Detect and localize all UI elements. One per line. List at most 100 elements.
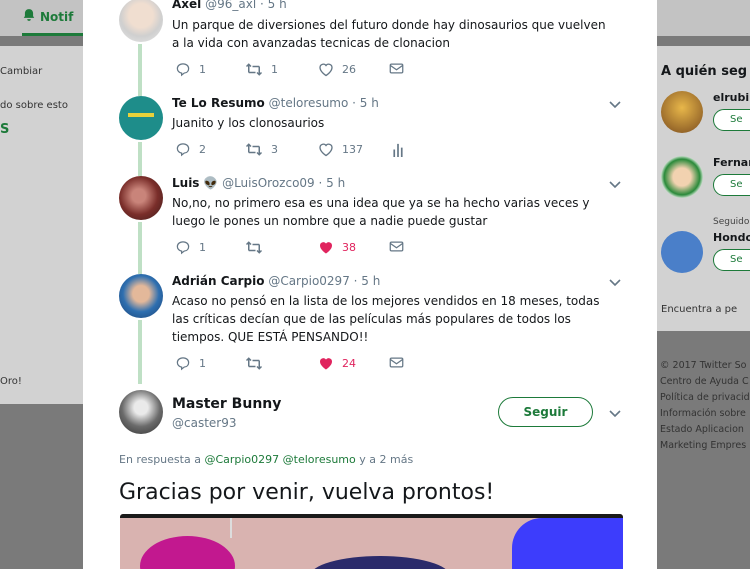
heart-filled-icon: [320, 358, 332, 370]
main-author-handle[interactable]: @caster93: [172, 416, 237, 430]
thread-line: [138, 320, 142, 384]
media-shape-line: [230, 518, 232, 538]
suggested-user-name[interactable]: elrubiu: [713, 91, 750, 104]
tweet-time[interactable]: · 5 h: [319, 176, 346, 190]
footer-line[interactable]: Centro de Ayuda C: [660, 374, 750, 390]
reply-button[interactable]: 1: [175, 356, 206, 371]
follow-button[interactable]: Se: [713, 109, 750, 131]
footer-line[interactable]: Política de privacid: [660, 390, 750, 406]
author-name[interactable]: Te Lo Resumo: [172, 96, 265, 110]
author-name[interactable]: Axel: [172, 0, 201, 11]
author-handle[interactable]: @96_axl: [205, 0, 256, 11]
change-link[interactable]: Cambiar: [0, 66, 42, 77]
avatar[interactable]: [119, 274, 163, 318]
reply-count: 1: [199, 63, 206, 76]
tweet-header: Adrián Carpio @Carpio0297 · 5 h: [172, 274, 380, 288]
tweet-media-image[interactable]: [120, 514, 623, 569]
heart-filled-icon: [320, 242, 332, 254]
left-gold-text: Oro!: [0, 376, 22, 387]
reply-button[interactable]: 2: [175, 142, 206, 157]
analytics-button[interactable]: [392, 142, 404, 157]
reply-suffix[interactable]: y a 2 más: [359, 453, 413, 466]
retweet-button[interactable]: [245, 240, 263, 255]
thread-line: [138, 44, 142, 96]
heart-icon: [319, 63, 333, 77]
main-author-name[interactable]: Master Bunny: [172, 396, 281, 412]
avatar[interactable]: [661, 156, 703, 198]
chevron-down-icon[interactable]: [609, 408, 623, 418]
media-shape-blue: [512, 518, 623, 569]
reply-button[interactable]: 1: [175, 240, 206, 255]
suggested-user-name[interactable]: Fernar: [713, 156, 750, 169]
dm-button[interactable]: [389, 62, 404, 75]
nav-notifications-tab[interactable]: Notif: [22, 0, 92, 36]
reply-count: 2: [199, 143, 206, 156]
author-name[interactable]: Luis: [172, 176, 199, 190]
main-tweet-text: Gracias por venir, vuelva prontos!: [119, 480, 495, 505]
tweet-text: Acaso no pensó en la lista de los mejore…: [172, 294, 600, 344]
dm-button[interactable]: [389, 240, 404, 253]
avatar[interactable]: [661, 91, 703, 133]
tweet-actions: 1 1 26: [172, 62, 432, 82]
retweet-icon: [245, 241, 263, 254]
find-people-link[interactable]: Encuentra a pe: [661, 304, 737, 315]
reply-icon: [176, 143, 190, 157]
avatar[interactable]: [661, 231, 703, 273]
media-shape-dark: [310, 556, 450, 569]
tweet-header: Axel @96_axl · 5 h: [172, 0, 287, 11]
followed-by-text: Seguido: [713, 217, 750, 227]
follow-button[interactable]: Seguir: [498, 397, 593, 427]
reply-prefix: En respuesta a: [119, 453, 201, 466]
retweet-button[interactable]: 1: [245, 62, 278, 77]
tweet-actions: 1 38: [172, 240, 432, 260]
footer-line[interactable]: Información sobre: [660, 406, 750, 422]
suggested-user: elrubiu Se: [661, 91, 750, 151]
reply-button[interactable]: 1: [175, 62, 206, 77]
who-to-follow-panel: A quién seg elrubiu Se Fernar Se Seguido…: [657, 46, 750, 331]
reply-icon: [176, 63, 190, 77]
chevron-down-icon[interactable]: [609, 277, 623, 287]
suggested-user-name[interactable]: Hondo: [713, 231, 750, 244]
like-count: 38: [342, 241, 356, 254]
footer-line[interactable]: © 2017 Twitter So: [660, 358, 750, 374]
avatar[interactable]: [119, 390, 163, 434]
chevron-down-icon[interactable]: [609, 99, 623, 109]
tweet-header: Te Lo Resumo @teloresumo · 5 h: [172, 96, 379, 110]
reply-context: En respuesta a @Carpio0297 @teloresumo y…: [119, 453, 413, 466]
follow-button[interactable]: Se: [713, 249, 750, 271]
retweet-button[interactable]: [245, 356, 263, 371]
thread-line: [138, 142, 142, 176]
follow-button[interactable]: Se: [713, 174, 750, 196]
avatar[interactable]: [119, 96, 163, 140]
retweet-icon: [245, 357, 263, 370]
avatar-logo-bar: [128, 113, 154, 117]
heart-icon: [319, 143, 333, 157]
tweet-time[interactable]: · 5 h: [260, 0, 287, 11]
retweet-button[interactable]: 3: [245, 142, 278, 157]
chevron-down-icon[interactable]: [609, 179, 623, 189]
alien-emoji: 👽: [203, 176, 219, 190]
retweet-icon: [245, 143, 263, 156]
avatar[interactable]: [119, 176, 163, 220]
analytics-icon: [393, 143, 403, 157]
author-handle[interactable]: @Carpio0297: [268, 274, 350, 288]
like-button[interactable]: 137: [318, 142, 363, 157]
reply-count: 1: [199, 241, 206, 254]
like-button[interactable]: 38: [318, 240, 356, 255]
like-button[interactable]: 24: [318, 356, 356, 371]
tweet-modal: Axel @96_axl · 5 h Un parque de diversio…: [83, 0, 657, 569]
reply-user-link[interactable]: @teloresumo: [283, 453, 356, 466]
reply-user-link[interactable]: @Carpio0297: [204, 453, 279, 466]
footer-line[interactable]: Estado Aplicacion: [660, 422, 750, 438]
author-handle[interactable]: @LuisOrozco09: [222, 176, 315, 190]
tweet-time[interactable]: · 5 h: [354, 274, 381, 288]
like-button[interactable]: 26: [318, 62, 356, 77]
author-handle[interactable]: @teloresumo: [269, 96, 349, 110]
thread-line: [138, 222, 142, 274]
footer-line[interactable]: Marketing Empres: [660, 438, 750, 454]
author-name[interactable]: Adrián Carpio: [172, 274, 265, 288]
avatar[interactable]: [119, 0, 163, 42]
retweet-count: 3: [271, 143, 278, 156]
dm-button[interactable]: [389, 356, 404, 369]
tweet-time[interactable]: · 5 h: [352, 96, 379, 110]
